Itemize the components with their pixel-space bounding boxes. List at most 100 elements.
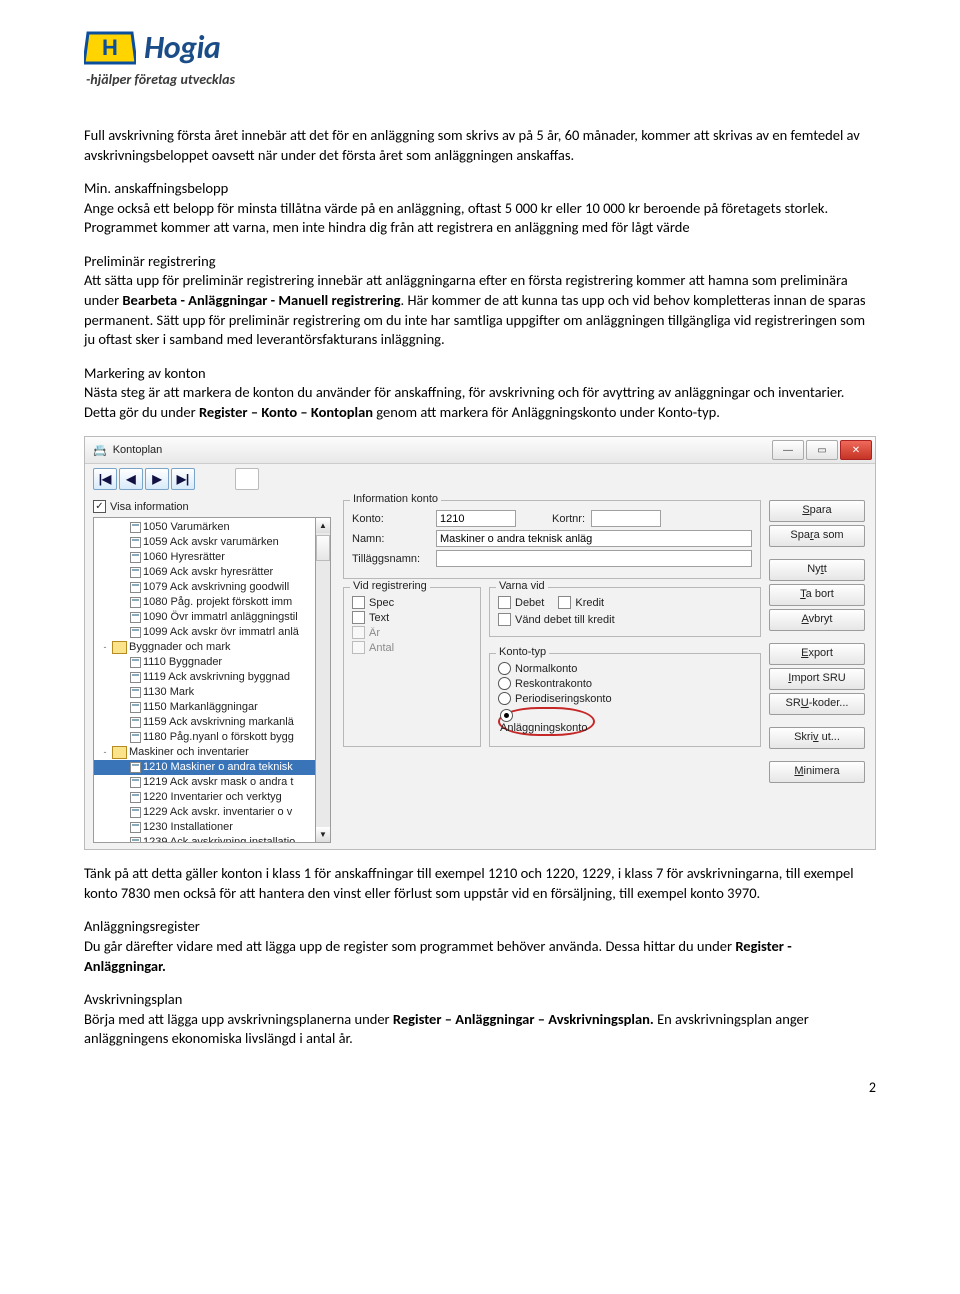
- debet-checkbox[interactable]: [498, 596, 511, 609]
- minimize-button[interactable]: —: [772, 440, 804, 460]
- logo-wordmark: Hogia: [144, 28, 220, 67]
- document-icon: [130, 687, 141, 698]
- tree-item[interactable]: 1060 Hyresrätter: [94, 550, 315, 565]
- konto-input[interactable]: [436, 510, 516, 527]
- tree-item[interactable]: 1230 Installationer: [94, 820, 315, 835]
- logo-badge-icon: H: [84, 29, 136, 67]
- document-icon: [130, 822, 141, 833]
- heading: Min. anskaffningsbelopp: [84, 179, 876, 199]
- paragraph: Du går därefter vidare med att lägga upp…: [84, 937, 876, 976]
- document-icon: [130, 537, 141, 548]
- scroll-thumb[interactable]: [316, 535, 330, 561]
- action-button[interactable]: Minimera: [769, 761, 865, 783]
- tree-item[interactable]: 1090 Övr immatrl anläggningstil: [94, 610, 315, 625]
- visa-info-label: Visa information: [110, 501, 189, 513]
- document-icon: [130, 702, 141, 713]
- konto-typ-option[interactable]: Reskontrakonto: [498, 677, 752, 690]
- kontoplan-window: 📇 Kontoplan — ▭ ✕ |◀ ◀ ▶ ▶| ✓: [84, 436, 876, 850]
- tillaggsnamn-input[interactable]: [436, 550, 752, 567]
- folder-icon: [112, 746, 127, 759]
- action-button[interactable]: Skriv ut...: [769, 727, 865, 749]
- scroll-up-button[interactable]: ▲: [316, 518, 330, 533]
- kortnr-input[interactable]: [591, 510, 661, 527]
- radio-icon: [498, 662, 511, 675]
- konto-typ-option[interactable]: Normalkonto: [498, 662, 752, 675]
- tree-item[interactable]: 1159 Ack avskrivning markanlä: [94, 715, 315, 730]
- tree-item[interactable]: 1110 Byggnader: [94, 655, 315, 670]
- action-button[interactable]: Export: [769, 643, 865, 665]
- logo-tagline: -hjälper företag utvecklas: [86, 71, 876, 88]
- document-icon: [130, 807, 141, 818]
- kredit-checkbox[interactable]: [558, 596, 571, 609]
- nav-prev-button[interactable]: ◀: [119, 468, 143, 490]
- nav-last-button[interactable]: ▶|: [171, 468, 195, 490]
- tree-item[interactable]: 1099 Ack avskr övr immatrl anlä: [94, 625, 315, 640]
- nav-first-button[interactable]: |◀: [93, 468, 117, 490]
- tree-item[interactable]: 1180 Påg.nyanl o förskott bygg: [94, 730, 315, 745]
- search-icon[interactable]: [235, 468, 259, 490]
- heading: Anläggningsregister: [84, 917, 876, 937]
- tree-item[interactable]: 1150 Markanläggningar: [94, 700, 315, 715]
- vidreg-checkbox[interactable]: [352, 596, 365, 609]
- tree-item[interactable]: 1069 Ack avskr hyresrätter: [94, 565, 315, 580]
- action-button[interactable]: Avbryt: [769, 609, 865, 631]
- radio-icon: [500, 709, 513, 722]
- tree-item[interactable]: 1239 Ack avskrivning installatio: [94, 835, 315, 843]
- window-title: Kontoplan: [113, 444, 163, 456]
- tree-item[interactable]: 1079 Ack avskrivning goodwill: [94, 580, 315, 595]
- heading: Avskrivningsplan: [84, 990, 876, 1010]
- tree-item[interactable]: 1080 Påg. projekt förskott imm: [94, 595, 315, 610]
- radio-icon: [498, 677, 511, 690]
- document-icon: [130, 552, 141, 563]
- document-icon: [130, 657, 141, 668]
- account-tree[interactable]: 1050 Varumärken1059 Ack avskr varumärken…: [93, 517, 316, 843]
- konto-typ-option[interactable]: Anläggningskonto: [498, 707, 752, 736]
- vidreg-checkbox[interactable]: [352, 641, 365, 654]
- nav-next-button[interactable]: ▶: [145, 468, 169, 490]
- scroll-down-button[interactable]: ▼: [316, 827, 330, 842]
- tree-folder[interactable]: -Maskiner och inventarier: [94, 745, 315, 760]
- tree-scrollbar[interactable]: ▲ ▼: [316, 517, 331, 843]
- tree-item[interactable]: 1050 Varumärken: [94, 520, 315, 535]
- document-icon: [130, 732, 141, 743]
- tree-item[interactable]: 1219 Ack avskr mask o andra t: [94, 775, 315, 790]
- paragraph: Full avskrivning första året innebär att…: [84, 126, 876, 165]
- heading: Markering av konton: [84, 364, 876, 384]
- konto-typ-group: Konto-typ NormalkontoReskontrakontoPerio…: [489, 653, 761, 747]
- namn-input[interactable]: [436, 530, 752, 547]
- action-button[interactable]: Spara: [769, 500, 865, 522]
- document-body-2: Tänk på att detta gäller konton i klass …: [84, 864, 876, 1049]
- action-button[interactable]: Spara som: [769, 525, 865, 547]
- vand-checkbox[interactable]: [498, 613, 511, 626]
- paragraph: Ange också ett belopp för minsta tillåtn…: [84, 199, 876, 238]
- vid-registrering-group: Vid registrering SpecTextÄrAntal: [343, 587, 481, 747]
- tree-item[interactable]: 1220 Inventarier och verktyg: [94, 790, 315, 805]
- tree-folder[interactable]: -Byggnader och mark: [94, 640, 315, 655]
- document-icon: [130, 837, 141, 843]
- vidreg-checkbox[interactable]: [352, 611, 365, 624]
- konto-typ-option[interactable]: Periodiseringskonto: [498, 692, 752, 705]
- document-icon: [130, 612, 141, 623]
- document-icon: [130, 777, 141, 788]
- tree-item[interactable]: 1229 Ack avskr. inventarier o v: [94, 805, 315, 820]
- action-button[interactable]: Import SRU: [769, 668, 865, 690]
- close-button[interactable]: ✕: [840, 440, 872, 460]
- tree-item[interactable]: 1059 Ack avskr varumärken: [94, 535, 315, 550]
- svg-text:H: H: [102, 35, 118, 60]
- document-icon: [130, 597, 141, 608]
- document-icon: [130, 762, 141, 773]
- page-number: 2: [84, 1079, 876, 1096]
- vidreg-checkbox[interactable]: [352, 626, 365, 639]
- paragraph: Nästa steg är att markera de konton du a…: [84, 383, 876, 422]
- varna-vid-group: Varna vid Debet Kredit Vänd debet till k…: [489, 587, 761, 637]
- action-button[interactable]: SRU-koder...: [769, 693, 865, 715]
- action-button[interactable]: Nytt: [769, 559, 865, 581]
- tree-item[interactable]: 1119 Ack avskrivning byggnad: [94, 670, 315, 685]
- tree-item[interactable]: 1210 Maskiner o andra teknisk: [94, 760, 315, 775]
- document-body: Full avskrivning första året innebär att…: [84, 126, 876, 422]
- document-icon: [130, 717, 141, 728]
- tree-item[interactable]: 1130 Mark: [94, 685, 315, 700]
- visa-info-checkbox[interactable]: ✓: [93, 500, 106, 513]
- maximize-button[interactable]: ▭: [806, 440, 838, 460]
- action-button[interactable]: Ta bort: [769, 584, 865, 606]
